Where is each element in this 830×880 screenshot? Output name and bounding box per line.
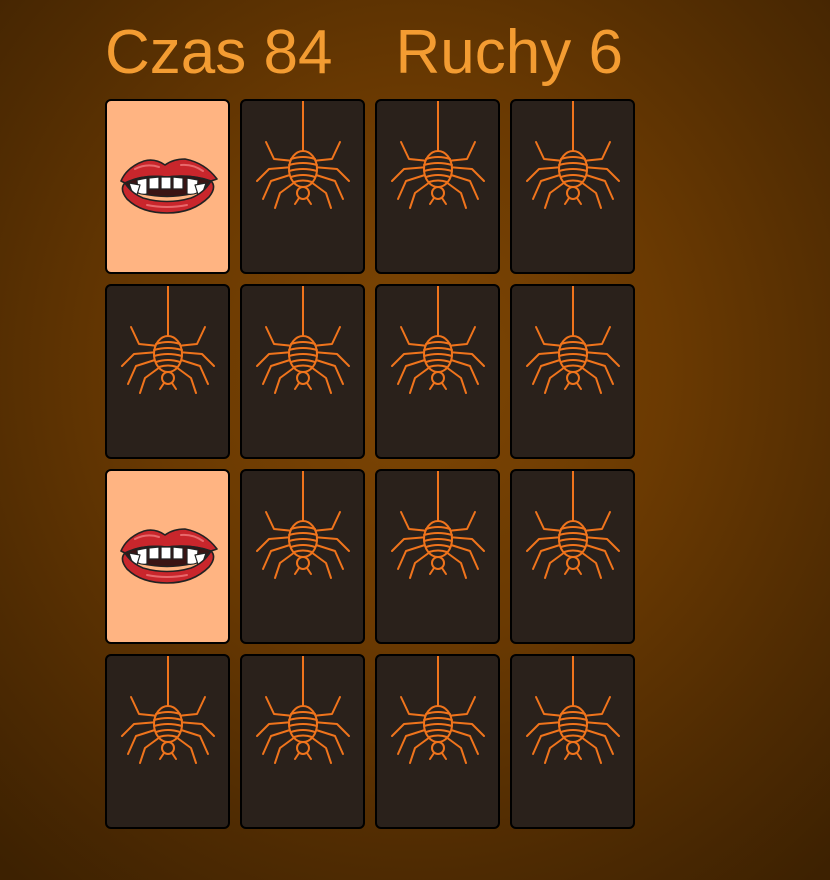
card-r3-c3[interactable] [375, 469, 500, 644]
memory-board [105, 99, 635, 829]
card-r3-c4[interactable] [510, 469, 635, 644]
card-r1-c4[interactable] [510, 99, 635, 274]
card-r2-c2[interactable] [240, 284, 365, 459]
card-r3-c2[interactable] [240, 469, 365, 644]
time-label: Czas [105, 18, 247, 87]
card-r1-c2[interactable] [240, 99, 365, 274]
time-stat: Czas 84 [105, 18, 332, 88]
card-r1-c3[interactable] [375, 99, 500, 274]
card-r1-c1[interactable] [105, 99, 230, 274]
card-r3-c1[interactable] [105, 469, 230, 644]
card-r4-c3[interactable] [375, 654, 500, 829]
moves-stat: Ruchy 6 [395, 18, 622, 88]
card-r4-c1[interactable] [105, 654, 230, 829]
card-r2-c1[interactable] [105, 284, 230, 459]
card-r2-c4[interactable] [510, 284, 635, 459]
moves-label: Ruchy [395, 18, 572, 87]
moves-value: 6 [588, 18, 623, 87]
card-r4-c4[interactable] [510, 654, 635, 829]
time-value: 84 [263, 18, 333, 87]
card-r2-c3[interactable] [375, 284, 500, 459]
game-stats: Czas 84 Ruchy 6 [105, 18, 623, 88]
card-r4-c2[interactable] [240, 654, 365, 829]
